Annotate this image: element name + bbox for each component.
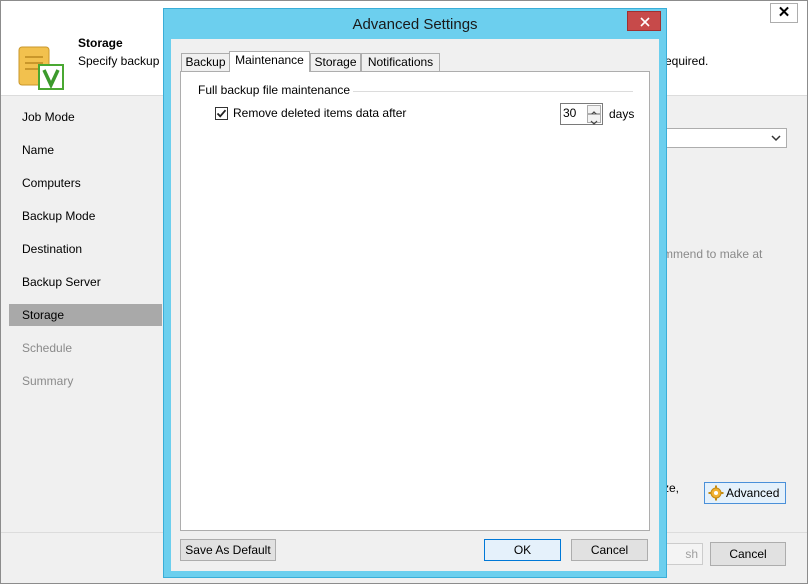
tab-storage[interactable]: Storage — [310, 53, 361, 71]
ok-button[interactable]: OK — [484, 539, 561, 561]
repository-dropdown[interactable] — [661, 128, 787, 148]
nav-item-job-mode[interactable]: Job Mode — [9, 106, 162, 128]
dialog-close-button[interactable] — [627, 11, 661, 31]
dialog-title: Advanced Settings — [352, 16, 478, 33]
wizard-step-description: Specify backup — [78, 54, 160, 68]
spin-up-button[interactable] — [587, 105, 601, 116]
tab-maintenance[interactable]: Maintenance — [229, 51, 310, 72]
tab-backup[interactable]: Backup — [181, 53, 230, 71]
nav-item-summary: Summary — [22, 374, 74, 388]
remove-deleted-items-checkbox[interactable] — [215, 107, 228, 120]
remove-deleted-items-label: Remove deleted items data after — [233, 106, 407, 120]
nav-item-schedule: Schedule — [22, 341, 73, 355]
retention-days-value[interactable]: 30 — [563, 106, 576, 120]
chevron-down-icon — [771, 135, 781, 142]
wizard-hint-text: mmend to make at — [663, 247, 763, 261]
retention-days-unit: days — [609, 107, 635, 121]
dialog-body: Backup Maintenance Storage Notifications… — [171, 39, 659, 571]
wizard-step-title: Storage — [78, 36, 123, 50]
gear-icon — [708, 485, 724, 501]
advanced-button[interactable]: Advanced — [704, 482, 786, 504]
dialog-cancel-button[interactable]: Cancel — [571, 539, 648, 561]
checkmark-icon — [216, 109, 227, 118]
wizard-cancel-button[interactable]: Cancel — [710, 542, 786, 566]
advanced-button-label: Advanced — [726, 486, 780, 500]
nav-item-computers[interactable]: Computers — [9, 172, 162, 194]
maintenance-tab-panel: Full backup file maintenance Remove dele… — [180, 71, 650, 531]
wizard-close-button[interactable]: ✕ — [770, 3, 798, 23]
group-divider — [353, 91, 633, 92]
tab-notifications[interactable]: Notifications — [361, 53, 440, 71]
close-icon — [640, 17, 650, 27]
spin-down-button[interactable] — [587, 114, 601, 125]
nav-item-destination[interactable]: Destination — [9, 238, 162, 260]
advanced-settings-dialog: Advanced Settings Backup Maintenance Sto… — [163, 8, 667, 578]
finish-button: sh — [663, 543, 703, 565]
nav-item-name[interactable]: Name — [9, 139, 162, 161]
chevron-down-icon — [590, 120, 598, 125]
save-as-default-button[interactable]: Save As Default — [180, 539, 276, 561]
nav-item-backup-server[interactable]: Backup Server — [9, 271, 162, 293]
retention-days-spinbox[interactable]: 30 — [560, 103, 603, 125]
wizard-step-description-tail: required. — [661, 54, 709, 68]
nav-item-storage[interactable]: Storage — [9, 304, 162, 326]
full-backup-maintenance-group-label: Full backup file maintenance — [198, 83, 351, 97]
storage-scroll-icon — [15, 45, 65, 91]
nav-item-backup-mode[interactable]: Backup Mode — [9, 205, 162, 227]
